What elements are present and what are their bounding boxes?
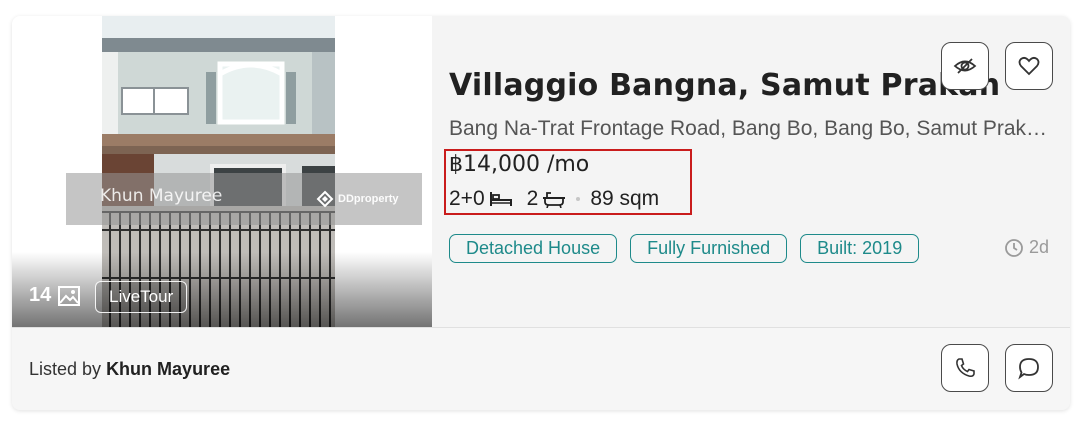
watermark-agent-name: Khun Mayuree [100, 186, 223, 206]
heart-icon [1018, 56, 1040, 76]
listing-tags: Detached House Fully Furnished Built: 20… [449, 234, 920, 263]
photo-count-number: 14 [29, 284, 52, 306]
tag-furnishing: Fully Furnished [630, 234, 788, 263]
photo-count[interactable]: 14 [29, 284, 81, 307]
ddproperty-logo-icon [316, 190, 334, 208]
bed-icon [489, 192, 512, 206]
bathtub-icon [543, 192, 566, 208]
agent-name[interactable]: Khun Mayuree [106, 359, 230, 379]
posted-age: 2d [1004, 237, 1049, 258]
listing-address: Bang Na-Trat Frontage Road, Bang Bo, Ban… [449, 117, 1049, 140]
posted-age-value: 2d [1029, 237, 1050, 257]
bathrooms-value: 2 [526, 187, 539, 210]
call-button[interactable] [941, 344, 989, 392]
image-gallery-icon [58, 285, 81, 306]
specs-separator [576, 197, 581, 201]
listed-by: Listed by Khun Mayuree [29, 359, 230, 380]
clock-icon [1005, 238, 1023, 257]
hide-listing-button[interactable] [941, 42, 989, 90]
watermark-brand-text: DDproperty [338, 193, 399, 205]
eye-off-icon [953, 58, 977, 74]
chat-button[interactable] [1005, 344, 1053, 392]
watermark-brand: DDproperty [316, 190, 399, 208]
listing-photo[interactable]: Khun Mayuree DDproperty 14 LiveTour [12, 16, 432, 327]
listing-title[interactable]: Villaggio Bangna, Samut Prakan [449, 68, 1000, 103]
bedrooms-value: 2+0 [449, 187, 485, 210]
tag-property-type: Detached House [449, 234, 618, 263]
floor-area: 89 sqm [590, 187, 660, 210]
phone-icon [956, 358, 975, 378]
bathrooms: 2 [527, 187, 567, 211]
chat-bubble-icon [1018, 358, 1039, 380]
listing-price: ฿14,000 /mo [449, 152, 590, 177]
listing-specs: 2+0 2 89 sqm [449, 187, 659, 211]
listing-card[interactable]: Khun Mayuree DDproperty 14 LiveTour Vill… [12, 16, 1070, 410]
favorite-button[interactable] [1005, 42, 1053, 90]
listed-by-prefix: Listed by [29, 359, 102, 379]
bedrooms: 2+0 [449, 187, 513, 211]
live-tour-button[interactable]: LiveTour [95, 281, 188, 313]
tag-built-year: Built: 2019 [800, 234, 920, 263]
